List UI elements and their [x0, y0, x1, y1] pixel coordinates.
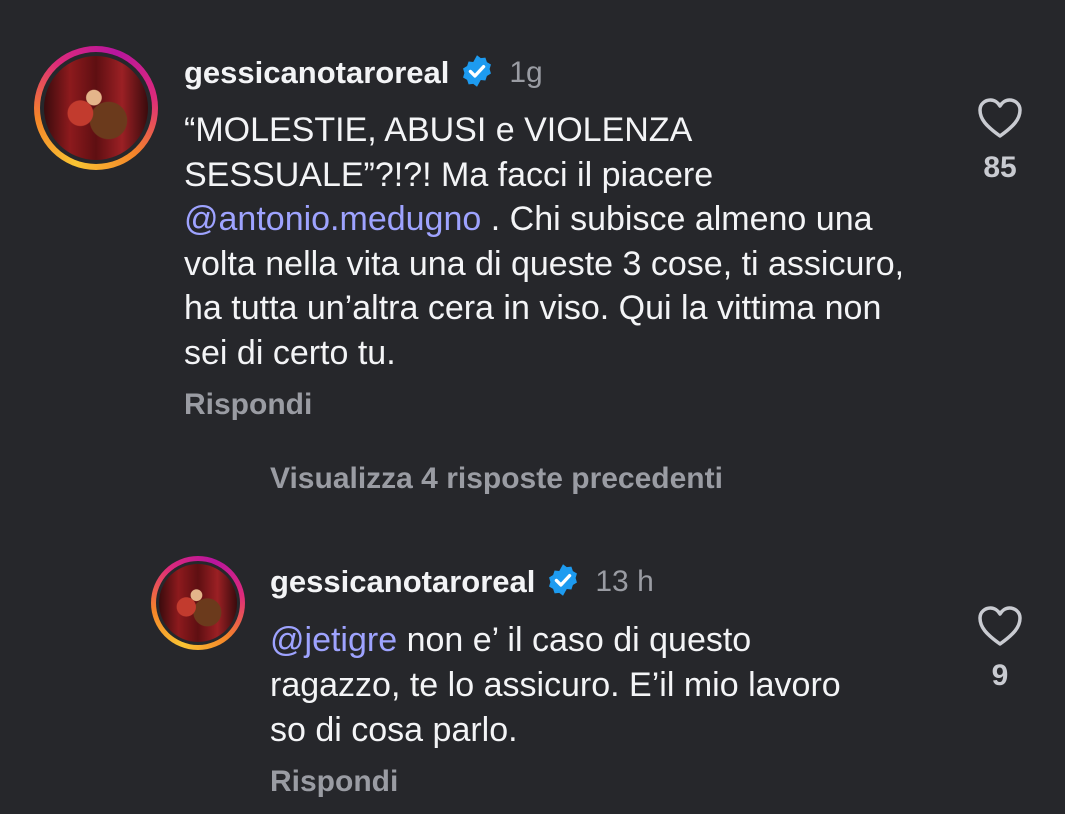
- avatar-ring[interactable]: [151, 556, 245, 650]
- comment-time: 13 h: [595, 565, 654, 598]
- mention-link[interactable]: @antonio.medugno: [184, 200, 481, 238]
- heart-icon[interactable]: [976, 96, 1024, 145]
- like-count: 85: [983, 151, 1017, 184]
- avatar-ring[interactable]: [34, 46, 158, 170]
- username[interactable]: gessicanotaroreal: [270, 564, 535, 600]
- mention-link[interactable]: @jetigre: [270, 621, 397, 659]
- reply-button[interactable]: Rispondi: [270, 765, 398, 799]
- comment-text: @jetigre non e’ il caso di questo ragazz…: [270, 618, 860, 753]
- view-previous-replies-button[interactable]: Visualizza 4 risposte precedenti: [270, 462, 723, 496]
- verified-badge-icon: [545, 562, 581, 603]
- comment-text: “MOLESTIE, ABUSI e VIOLENZA SESSUALE”?!?…: [184, 108, 914, 375]
- like-count: 9: [991, 659, 1009, 692]
- reply-button[interactable]: Rispondi: [184, 388, 312, 422]
- avatar: [44, 56, 148, 160]
- comment-header: gessicanotaroreal 13 h: [270, 560, 654, 604]
- comment-header: gessicanotaroreal 1g: [184, 50, 543, 96]
- verified-badge-icon: [459, 53, 495, 94]
- like-column: 9: [970, 604, 1030, 693]
- heart-icon[interactable]: [976, 604, 1024, 653]
- comment-time: 1g: [509, 56, 543, 89]
- avatar: [159, 564, 237, 642]
- like-column: 85: [970, 96, 1030, 185]
- username[interactable]: gessicanotaroreal: [184, 55, 449, 91]
- comment-text-part1: “MOLESTIE, ABUSI e VIOLENZA SESSUALE”?!?…: [184, 111, 714, 194]
